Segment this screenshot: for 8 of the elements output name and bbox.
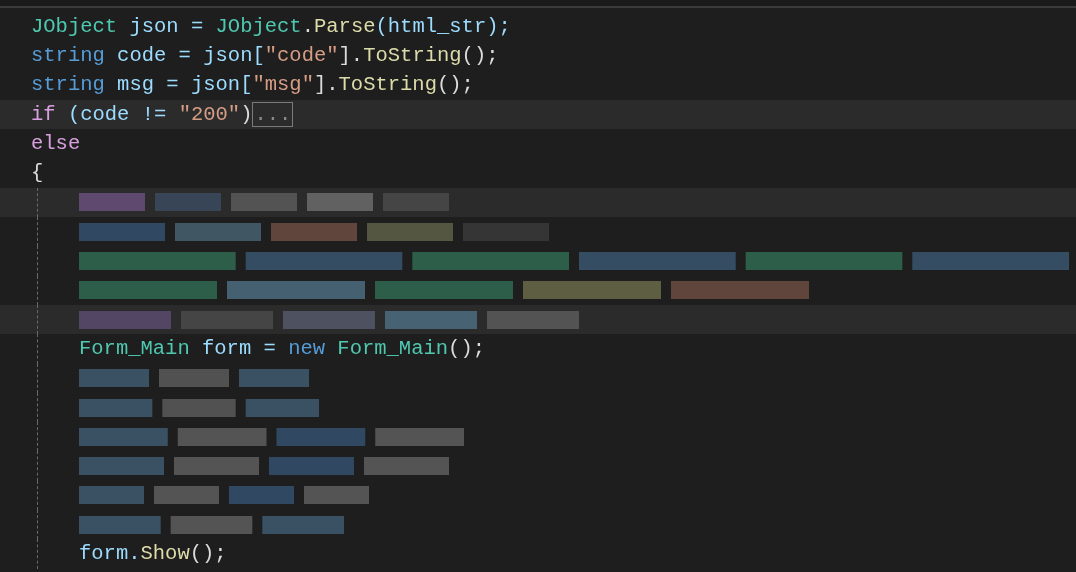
code-line: Form_Main form = new Form_Main(); [79, 336, 485, 360]
code-line: form.Show(); [79, 542, 227, 565]
code-line: string msg = json["msg"].ToString(); [31, 73, 474, 97]
code-line: string code = json["code"].ToString(); [31, 43, 499, 67]
code-line: else [31, 131, 81, 155]
code-line: if (code != "200")... [31, 101, 294, 127]
code-line: JObject json = JObject.Parse(html_str); [31, 14, 511, 38]
code-line: { [31, 161, 44, 185]
